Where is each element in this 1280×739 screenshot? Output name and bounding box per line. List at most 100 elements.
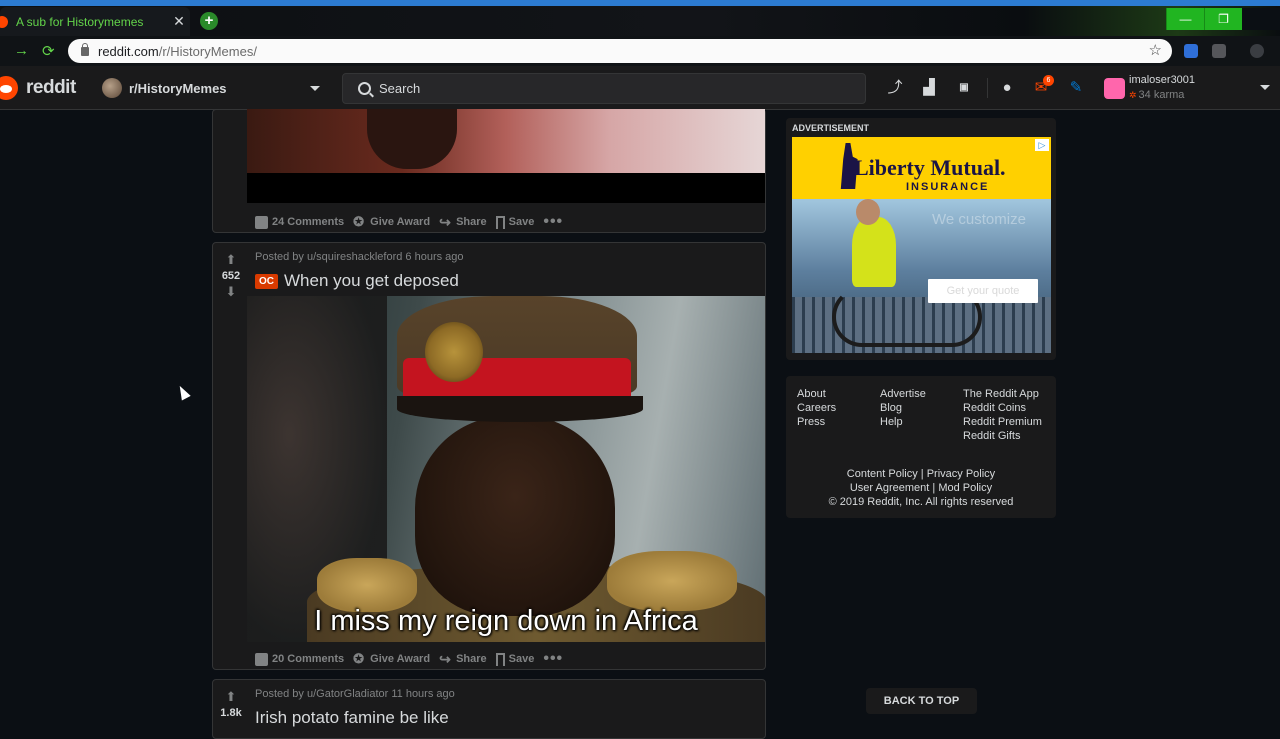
footer-link-user-agreement[interactable]: User Agreement [850, 482, 929, 494]
image-epaulette [317, 558, 417, 612]
bookmark-icon [495, 215, 505, 229]
new-tab-button[interactable]: + [200, 12, 218, 30]
share-button[interactable]: Share [439, 214, 487, 231]
footer-link-advertise[interactable]: Advertise [880, 387, 926, 401]
post-score: 1.8k [220, 707, 242, 719]
forward-arrow-icon[interactable]: → [14, 42, 29, 59]
leaderboard-icon[interactable]: ▟ [919, 78, 939, 98]
trending-icon[interactable]: ⤴ [885, 78, 905, 98]
vote-column: ⬆ 652 ⬇ [213, 253, 249, 299]
ad-slogan: We customize [932, 211, 1026, 228]
image-epaulette [607, 551, 737, 611]
reddit-wordmark[interactable]: reddit [26, 77, 76, 99]
ad-choices-icon[interactable]: ▷ [1035, 139, 1049, 151]
footer-links-col3: The Reddit App Reddit Coins Reddit Premi… [963, 387, 1042, 443]
footer-link-reddit-app[interactable]: The Reddit App [963, 387, 1042, 401]
close-window-button[interactable] [1242, 8, 1280, 30]
shield-extension-icon[interactable] [1184, 44, 1198, 58]
notification-badge: 6 [1043, 75, 1054, 86]
footer-link-blog[interactable]: Blog [880, 401, 926, 415]
closed-captions-icon[interactable]: ▣ [954, 78, 974, 98]
upvote-icon[interactable]: ⬆ [224, 253, 238, 267]
reload-icon[interactable]: ⟳ [42, 42, 55, 60]
post-title: When you get deposed [284, 271, 459, 290]
extension-icon[interactable] [1212, 44, 1226, 58]
footer-link-mod-policy[interactable]: Mod Policy [938, 482, 992, 494]
url-text: reddit.com/r/HistoryMemes/ [98, 43, 257, 59]
footer-link-careers[interactable]: Careers [797, 401, 836, 415]
ad-cta-button[interactable]: Get your quote [928, 279, 1038, 303]
vote-column: ⬆ 1.8k [213, 690, 249, 722]
post-title-row[interactable]: Irish potato famine be like [255, 708, 449, 728]
image-cap-badge [425, 322, 483, 382]
award-icon [353, 214, 366, 230]
subreddit-name: r/HistoryMemes [129, 80, 227, 96]
more-options-icon[interactable]: ••• [543, 213, 563, 231]
restore-button[interactable]: ❐ [1204, 8, 1242, 30]
post-score: 652 [221, 270, 241, 282]
copyright: © 2019 Reddit, Inc. All rights reserved [828, 496, 1014, 508]
create-post-pencil-icon[interactable]: ✎ [1066, 78, 1086, 98]
minimize-button[interactable]: — [1166, 8, 1204, 30]
comments-button[interactable]: 24 Comments [255, 215, 344, 229]
ad-cyclist [852, 217, 896, 287]
lock-icon [81, 42, 89, 56]
footer-link-press[interactable]: Press [797, 415, 836, 429]
chat-icon[interactable]: ● [997, 78, 1017, 98]
post-image[interactable]: I miss my reign down in Africa [247, 296, 765, 642]
post-card: ⬆ 652 ⬇ Posted by u/squireshackleford 6 … [212, 242, 766, 670]
ad-banner[interactable]: Liberty Mutual. INSURANCE ▷ We customize… [792, 137, 1051, 353]
post-image[interactable] [247, 109, 765, 203]
footer-link-about[interactable]: About [797, 387, 836, 401]
footer-link-reddit-premium[interactable]: Reddit Premium [963, 415, 1042, 429]
search-bar[interactable] [342, 73, 866, 104]
browser-tab[interactable]: A sub for Historymemes ✕ [0, 7, 190, 36]
close-tab-icon[interactable]: ✕ [168, 13, 190, 30]
tab-title: A sub for Historymemes [16, 14, 144, 29]
bookmark-star-icon[interactable]: ☆ [1149, 41, 1162, 59]
mouse-cursor-icon [175, 383, 191, 401]
image-face [415, 416, 615, 616]
give-award-button[interactable]: Give Award [353, 214, 430, 230]
search-input[interactable] [379, 81, 839, 96]
profile-icon[interactable] [1250, 44, 1264, 58]
reddit-logo-icon[interactable] [0, 76, 18, 100]
address-bar-row: → ⟳ reddit.com/r/HistoryMemes/ ☆ [0, 36, 1280, 66]
separator: | [932, 482, 936, 494]
user-menu[interactable]: imaloser3001 34 karma [1104, 73, 1280, 103]
footer-link-reddit-coins[interactable]: Reddit Coins [963, 401, 1042, 415]
upvote-icon[interactable]: ⬆ [224, 690, 238, 704]
save-button[interactable]: Save [495, 652, 534, 666]
ad-cyclist-head [856, 199, 880, 225]
give-award-button[interactable]: Give Award [353, 651, 430, 667]
ad-brand-subtitle: INSURANCE [906, 181, 990, 193]
reddit-favicon-icon [0, 15, 8, 28]
footer-links-col1: About Careers Press [797, 387, 836, 429]
footer-link-content-policy[interactable]: Content Policy [847, 468, 918, 480]
url-field[interactable]: reddit.com/r/HistoryMemes/ ☆ [68, 39, 1172, 63]
share-button[interactable]: Share [439, 651, 487, 668]
footer-card: About Careers Press Advertise Blog Help … [786, 376, 1056, 518]
more-options-icon[interactable]: ••• [543, 650, 563, 668]
footer-legal-row2: User Agreement | Mod Policy [786, 481, 1056, 495]
footer-link-privacy-policy[interactable]: Privacy Policy [927, 468, 995, 480]
footer-link-help[interactable]: Help [880, 415, 926, 429]
footer-links-col2: Advertise Blog Help [880, 387, 926, 429]
save-button[interactable]: Save [495, 215, 534, 229]
post-byline[interactable]: Posted by u/GatorGladiator 11 hours ago [255, 688, 455, 700]
ad-brand: Liberty Mutual. [854, 155, 1006, 180]
ad-label: ADVERTISEMENT [792, 123, 870, 133]
award-icon [353, 651, 366, 667]
footer-link-reddit-gifts[interactable]: Reddit Gifts [963, 429, 1042, 443]
tab-bar: A sub for Historymemes ✕ + — ❐ [0, 6, 1280, 36]
post-byline[interactable]: Posted by u/squireshackleford 6 hours ag… [255, 251, 464, 263]
post-actions: 20 Comments Give Award Share Save ••• [255, 650, 563, 668]
separator: | [920, 468, 924, 480]
downvote-icon[interactable]: ⬇ [224, 285, 238, 299]
post-title-row[interactable]: OC When you get deposed [255, 271, 459, 291]
back-to-top-button[interactable]: BACK TO TOP [866, 688, 977, 714]
image-content [247, 109, 765, 173]
meme-caption: I miss my reign down in Africa [314, 605, 698, 637]
subreddit-picker[interactable]: r/HistoryMemes [102, 74, 320, 102]
comments-button[interactable]: 20 Comments [255, 652, 344, 666]
